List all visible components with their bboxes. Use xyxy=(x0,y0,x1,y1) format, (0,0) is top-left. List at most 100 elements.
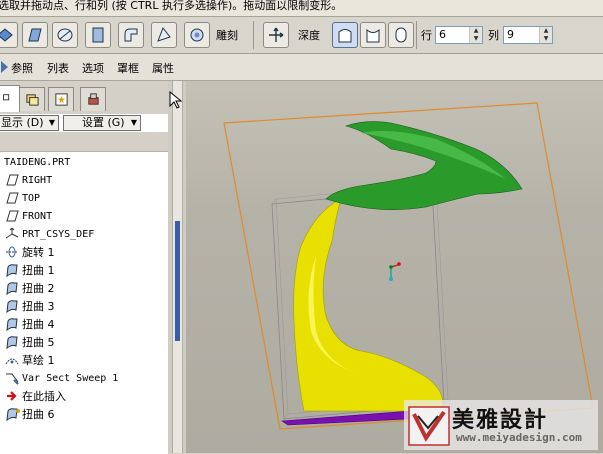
settings-dropdown[interactable]: 设置 (G) ▼ xyxy=(63,115,141,131)
model-canvas[interactable] xyxy=(186,81,603,453)
direction-arrows-icon xyxy=(269,27,284,42)
rows-spinner[interactable]: 6 ▲ ▼ xyxy=(435,26,483,44)
splitter-handle[interactable] xyxy=(175,221,180,341)
twist-tool-button[interactable] xyxy=(151,22,177,48)
depth-option-3-button[interactable] xyxy=(388,22,414,48)
tree-item-insert-here[interactable]: 在此插入 xyxy=(4,387,66,405)
settings-dropdown-label: 设置 (G) xyxy=(82,116,125,129)
tree-item-sketch-1[interactable]: 草绘 1 xyxy=(4,351,55,369)
pin-icon xyxy=(1,61,8,73)
warp-feature-icon xyxy=(6,408,20,422)
triad-origin xyxy=(389,265,393,269)
watermark-brand: 美雅設計 xyxy=(452,408,549,433)
tree-item-warp-6[interactable]: 扭曲 6 xyxy=(4,405,55,423)
tree-item-top-plane[interactable]: TOP xyxy=(4,189,40,207)
dashboard-menu-bar: 参照 列表 选项 罩框 属性 xyxy=(0,54,603,81)
stretch-icon xyxy=(92,27,104,43)
menu-references[interactable]: 参照 xyxy=(11,60,33,76)
connections-icon xyxy=(87,93,99,105)
insert-arrow-icon xyxy=(7,391,17,401)
cols-spin-arrows-icon[interactable]: ▲ ▼ xyxy=(539,27,552,43)
lamp-shade-green xyxy=(325,121,523,210)
datum-plane-icon xyxy=(6,210,19,222)
datum-plane-icon xyxy=(6,174,19,186)
menu-list[interactable]: 列表 xyxy=(47,60,69,76)
tree-item-warp-3[interactable]: 扭曲 3 xyxy=(4,297,55,315)
sculpt-tool-button[interactable] xyxy=(184,22,210,48)
tab-folder-browser[interactable] xyxy=(19,87,45,111)
warp-toolbar: 雕刻 深度 行 6 ▲ ▼ 列 9 ▲ ▼ xyxy=(0,17,603,54)
warp-feature-icon xyxy=(6,318,18,332)
depth-round-icon xyxy=(395,27,407,43)
warp-feature-icon xyxy=(6,300,18,314)
rows-value: 6 xyxy=(439,28,446,41)
panel-controls-row: 显示 (D) ▼ 设置 (G) ▼ xyxy=(0,114,168,132)
watermark-url: www.meiyadesign.com xyxy=(456,431,582,444)
tree-item-warp-4[interactable]: 扭曲 4 xyxy=(4,315,55,333)
display-dropdown-label: 显示 (D) xyxy=(1,116,44,129)
panel-splitter[interactable] xyxy=(168,81,186,453)
status-hint-text: 选取并拖动点、行和列 (按 CTRL 执行多选操作)。拖动面以限制变形。 xyxy=(0,0,343,12)
depth-label: 深度 xyxy=(298,29,320,42)
sculpt-icon xyxy=(190,28,204,42)
display-dropdown[interactable]: 显示 (D) ▼ xyxy=(0,115,59,131)
chevron-down-icon: ▼ xyxy=(48,118,55,127)
tree-item-var-sect-sweep[interactable]: Var Sect Sweep 1 xyxy=(4,369,118,387)
folder-browser-icon xyxy=(25,94,39,106)
tree-item-revolve-1[interactable]: 旋转 1 xyxy=(4,243,55,261)
rows-spin-arrows-icon[interactable]: ▲ ▼ xyxy=(469,27,482,43)
menu-options[interactable]: 选项 xyxy=(82,60,104,76)
warp-feature-icon xyxy=(6,336,18,350)
triad-z-handle xyxy=(389,277,393,281)
transform-icon xyxy=(0,28,13,42)
tree-item-warp-2[interactable]: 扭曲 2 xyxy=(4,279,55,297)
tree-item-csys[interactable]: PRT_CSYS_DEF xyxy=(4,225,94,243)
tree-item-warp-5[interactable]: 扭曲 5 xyxy=(4,333,55,351)
sketch-icon xyxy=(5,358,19,365)
model-tree: TAIDENG.PRT RIGHT TOP FRONT PRT_CSYS_DEF… xyxy=(0,151,168,454)
cols-value: 9 xyxy=(507,28,514,41)
coordinate-system-icon xyxy=(5,227,19,239)
tab-favorites[interactable] xyxy=(48,87,74,111)
toolbar-divider xyxy=(416,21,417,49)
cols-spinner[interactable]: 9 ▲ ▼ xyxy=(503,26,553,44)
model-tree-icon xyxy=(3,94,10,101)
direction-button[interactable] xyxy=(263,22,289,48)
tree-item-front-plane[interactable]: FRONT xyxy=(4,207,52,225)
stretch-tool-button[interactable] xyxy=(85,22,111,48)
menu-marquee[interactable]: 罩框 xyxy=(117,60,139,76)
watermark: 美雅設計 www.meiyadesign.com xyxy=(404,400,598,450)
spine-tool-button[interactable] xyxy=(52,22,78,48)
warp-tool-button[interactable] xyxy=(22,22,48,48)
transform-tool-button[interactable] xyxy=(0,22,18,48)
spine-icon xyxy=(57,28,73,42)
sweep-icon xyxy=(6,373,19,385)
lamp-body-yellow xyxy=(293,198,443,412)
depth-option-1-button[interactable] xyxy=(332,22,358,48)
depth-option-2-button[interactable] xyxy=(360,22,386,48)
graphics-viewport[interactable] xyxy=(186,81,603,453)
tree-item-root[interactable]: TAIDENG.PRT xyxy=(4,153,70,171)
toolbar-divider xyxy=(253,21,254,49)
tree-item-right-plane[interactable]: RIGHT xyxy=(4,171,52,189)
triad-x-handle xyxy=(397,262,401,266)
warp-feature-icon xyxy=(6,282,18,296)
rows-label: 行 xyxy=(421,29,432,42)
chevron-down-icon: ▼ xyxy=(130,118,137,127)
warp-feature-icon xyxy=(6,264,18,278)
datum-plane-icon xyxy=(6,192,19,204)
status-hint-bar: 选取并拖动点、行和列 (按 CTRL 执行多选操作)。拖动面以限制变形。 xyxy=(0,0,603,17)
twist-icon xyxy=(157,26,171,42)
cols-label: 列 xyxy=(488,29,499,42)
sculpt-label: 雕刻 xyxy=(216,29,238,42)
revolve-icon xyxy=(6,246,18,258)
tab-connections[interactable] xyxy=(80,87,106,111)
menu-properties[interactable]: 属性 xyxy=(152,60,174,76)
depth-curve-icon xyxy=(366,28,380,43)
tree-item-warp-1[interactable]: 扭曲 1 xyxy=(4,261,55,279)
bend-tool-button[interactable] xyxy=(118,22,144,48)
bend-icon xyxy=(124,28,138,42)
mouse-pointer-icon xyxy=(169,91,183,109)
warp-icon xyxy=(28,28,42,42)
tab-model-tree[interactable] xyxy=(0,85,20,112)
